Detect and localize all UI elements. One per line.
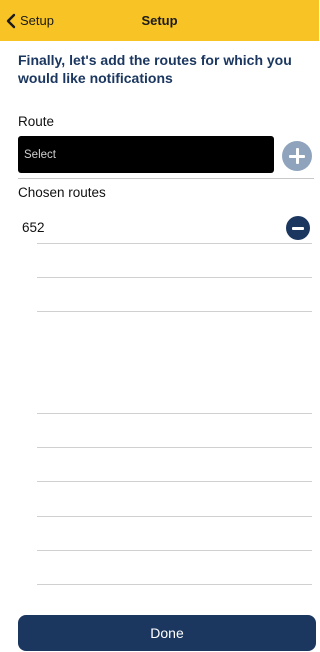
list-divider (37, 516, 312, 517)
add-route-button[interactable] (282, 141, 312, 171)
divider (18, 178, 314, 179)
list-divider (37, 447, 312, 448)
chosen-route-value: 652 (22, 220, 45, 235)
remove-route-button[interactable] (286, 216, 310, 240)
chosen-route-row: 652 (0, 212, 319, 244)
list-divider (37, 584, 312, 585)
instruction-heading: Finally, let's add the routes for which … (18, 52, 292, 86)
route-select[interactable]: Select (18, 136, 274, 173)
list-divider (37, 277, 312, 278)
list-divider (37, 311, 312, 312)
chosen-routes-label: Chosen routes (18, 185, 106, 200)
navigation-bar: Setup Setup (0, 0, 319, 41)
route-select-placeholder: Select (24, 148, 56, 161)
page-title: Setup (141, 13, 178, 28)
list-divider (37, 481, 312, 482)
done-button[interactable]: Done (18, 615, 316, 651)
route-label: Route (18, 114, 55, 129)
list-divider (37, 243, 312, 244)
list-divider (37, 550, 312, 551)
list-divider (37, 413, 312, 414)
